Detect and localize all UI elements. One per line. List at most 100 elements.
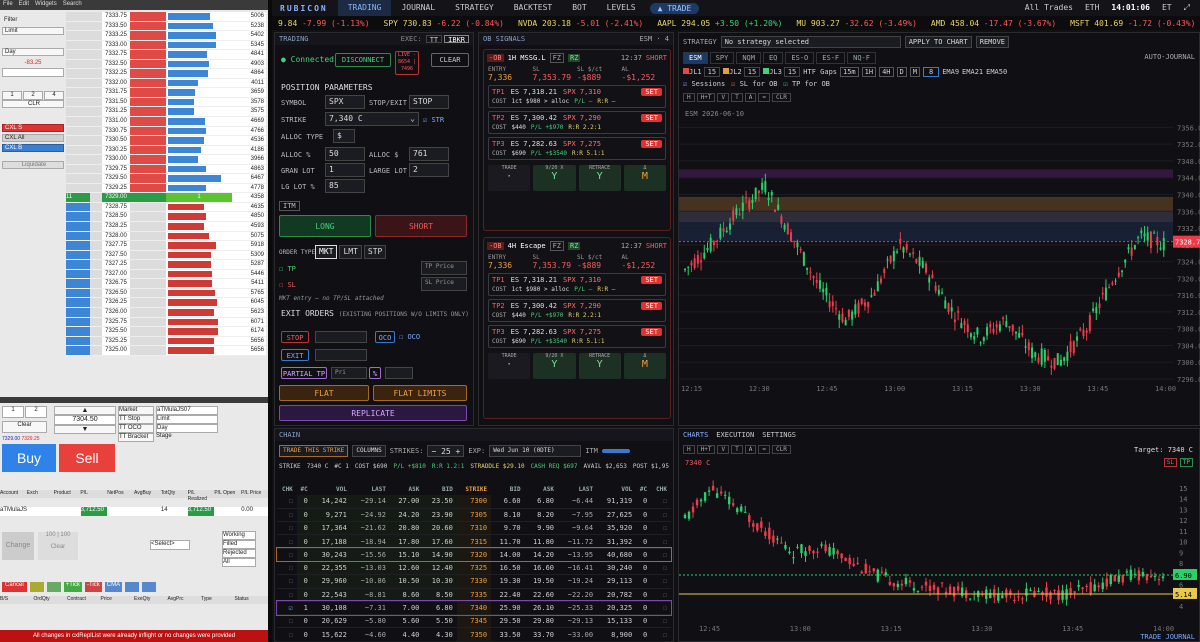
ladder-ask-cell[interactable] bbox=[130, 78, 166, 88]
ladder-bid-cell[interactable]: 11 bbox=[66, 193, 90, 202]
chain-call-checkbox[interactable]: ☐ bbox=[277, 534, 297, 549]
ladder-bid-cell[interactable] bbox=[66, 336, 90, 346]
ladder-bid-cell[interactable] bbox=[66, 136, 90, 145]
exit-button[interactable]: EXIT bbox=[281, 349, 309, 361]
order-select[interactable]: <Select> bbox=[150, 540, 190, 550]
ladder-row[interactable]: 7328.50 4850 bbox=[66, 212, 266, 223]
ladder-ask-cell[interactable] bbox=[130, 212, 166, 222]
remove-button[interactable]: REMOVE bbox=[975, 36, 1010, 48]
ladder-ask-cell[interactable] bbox=[130, 231, 166, 241]
change-clear-button[interactable]: Clear bbox=[38, 544, 78, 550]
ladder-side-cell[interactable] bbox=[90, 202, 102, 212]
ladder-bid-cell[interactable] bbox=[66, 231, 90, 241]
nav-tab-backtest[interactable]: BACKTEST bbox=[504, 0, 563, 16]
tp-price-input[interactable]: TP Price bbox=[421, 261, 467, 275]
ladder-ask-cell[interactable] bbox=[130, 174, 166, 183]
ladder-side-cell[interactable] bbox=[90, 164, 102, 174]
ladder-ask-cell[interactable] bbox=[130, 241, 166, 250]
ladder-row[interactable]: 7325.50 6174 bbox=[66, 327, 266, 337]
disconnect-button[interactable]: DISCONNECT bbox=[335, 53, 391, 67]
chart-tab-eq[interactable]: EQ bbox=[762, 52, 784, 64]
ladder-side-cell[interactable] bbox=[90, 78, 102, 88]
filter-filled[interactable]: Filled bbox=[222, 540, 256, 549]
exit-price-input[interactable] bbox=[315, 349, 367, 361]
gran-lot-input[interactable]: 1 bbox=[325, 163, 365, 177]
ladder-bid-cell[interactable] bbox=[66, 69, 90, 78]
chart-tab-spy[interactable]: SPY bbox=[709, 52, 735, 64]
chain-row[interactable]: ☐ 0 17,188 ~18.94 17.80 17.60 7315 11.70 11.80 ~1… bbox=[277, 534, 671, 549]
ladder-bid-cell[interactable] bbox=[66, 317, 90, 327]
ladder-bid-cell[interactable] bbox=[66, 155, 90, 164]
filter-all[interactable]: All bbox=[222, 558, 256, 567]
price-down-button[interactable]: ▼ bbox=[54, 425, 116, 434]
ladder-side-cell[interactable] bbox=[90, 174, 102, 183]
chain-row[interactable]: ☐ 0 22,543 ~8.81 8.60 8.50 7335 22.40 22.60 ~22.2… bbox=[277, 588, 671, 602]
ladder-row[interactable]: 7327.00 5446 bbox=[66, 269, 266, 280]
mini-sl-button[interactable]: SL bbox=[1163, 458, 1177, 467]
ladder-bid-cell[interactable] bbox=[66, 183, 90, 193]
ladder-ask-cell[interactable] bbox=[130, 40, 166, 50]
ladder-row[interactable]: 7326.00 5623 bbox=[66, 307, 266, 318]
buy-button[interactable]: Buy bbox=[2, 444, 56, 472]
ladder-bid-cell[interactable] bbox=[66, 12, 90, 21]
chain-put-checkbox[interactable]: ☐ bbox=[651, 508, 671, 523]
chart-tab-esm[interactable]: ESM bbox=[683, 52, 708, 64]
market-button[interactable]: Market bbox=[118, 406, 154, 415]
order-type-stp[interactable]: STP bbox=[363, 245, 387, 259]
ladder-bid-cell[interactable] bbox=[66, 164, 90, 174]
ladder-row[interactable]: 7329.75 4863 bbox=[66, 164, 266, 175]
chain-row[interactable]: ☐ 0 15,622 ~4.60 4.40 4.30 7350 33.50 33.70 ~33.0… bbox=[277, 627, 671, 642]
menu-file[interactable]: File bbox=[3, 1, 13, 9]
mini-tool-button[interactable]: = bbox=[758, 445, 770, 454]
ladder-bid-cell[interactable] bbox=[66, 269, 90, 279]
chart-tool-button[interactable]: T bbox=[731, 93, 743, 102]
ladder-ask-cell[interactable] bbox=[130, 145, 166, 155]
chain-call-checkbox[interactable]: ☐ bbox=[277, 548, 297, 562]
ladder-ask-cell[interactable] bbox=[130, 250, 166, 260]
mini-tool-button[interactable]: CLR bbox=[771, 445, 791, 454]
mini-tab-execution[interactable]: EXECUTION bbox=[716, 431, 754, 439]
ladder-side-cell[interactable] bbox=[90, 307, 102, 317]
mini-tool-button[interactable]: A bbox=[744, 445, 757, 454]
ladder-side-cell[interactable] bbox=[90, 288, 102, 298]
ladder-side-cell[interactable] bbox=[90, 193, 102, 202]
chart-tool-button[interactable]: = bbox=[758, 93, 770, 102]
arrow-up-button[interactable] bbox=[125, 582, 140, 592]
ema9-toggle[interactable]: EMA9 bbox=[942, 68, 959, 76]
ladder-row[interactable]: 7328.25 4593 bbox=[66, 222, 266, 232]
ladder-side-cell[interactable] bbox=[90, 69, 102, 78]
ladder-side-cell[interactable] bbox=[90, 279, 102, 288]
ladder-side-cell[interactable] bbox=[90, 327, 102, 336]
chain-call-checkbox[interactable]: ☐ bbox=[277, 561, 297, 576]
ladder-row[interactable]: 11 7329.00 1 4358 bbox=[66, 193, 266, 203]
chain-put-checkbox[interactable]: ☐ bbox=[651, 548, 671, 562]
qty-input[interactable] bbox=[2, 68, 64, 77]
ladder-side-cell[interactable] bbox=[90, 269, 102, 279]
change-button[interactable]: Change bbox=[2, 532, 34, 560]
ladder-ask-cell[interactable] bbox=[130, 12, 166, 21]
ladder-ask-cell[interactable] bbox=[130, 59, 166, 69]
chart-tool-button[interactable]: H bbox=[683, 93, 695, 102]
qty-preset-1[interactable]: 1 bbox=[2, 91, 22, 100]
ladder-side-cell[interactable] bbox=[90, 231, 102, 241]
liquidate-button[interactable]: Liquidate bbox=[2, 161, 64, 169]
ladder-row[interactable]: 7333.25 5402 bbox=[66, 31, 266, 41]
ladder-side-cell[interactable] bbox=[90, 298, 102, 307]
ladder-side-cell[interactable] bbox=[90, 155, 102, 164]
chain-put-checkbox[interactable]: ☐ bbox=[651, 521, 671, 536]
rz-badge[interactable]: RZ bbox=[568, 242, 581, 250]
ladder-row[interactable]: 7325.25 5656 bbox=[66, 336, 266, 347]
htf-value[interactable]: 8 bbox=[922, 67, 940, 77]
sl-checkbox[interactable]: ☐ SL bbox=[279, 281, 296, 289]
cxl-all-button[interactable]: CXL All bbox=[2, 134, 64, 142]
ladder-side-cell[interactable] bbox=[90, 97, 102, 107]
chain-row[interactable]: ☐ 0 22,355 ~13.03 12.60 12.40 7325 16.50 16.60 ~1… bbox=[277, 561, 671, 576]
ladder-bid-cell[interactable] bbox=[66, 40, 90, 50]
ticker-item[interactable]: 9.84 -7.99 (-1.13%) bbox=[278, 19, 370, 28]
ticker-item[interactable]: AAPL 294.05 +3.50 (+1.20%) bbox=[657, 19, 782, 28]
ladder-bid-cell[interactable] bbox=[66, 88, 90, 97]
jl-control[interactable]: JL1 15 bbox=[683, 67, 721, 77]
columns-button[interactable]: COLUMNS bbox=[352, 445, 386, 457]
alloc-pct-input[interactable]: 50 bbox=[325, 147, 365, 161]
stop-button[interactable]: STOP bbox=[281, 331, 309, 343]
